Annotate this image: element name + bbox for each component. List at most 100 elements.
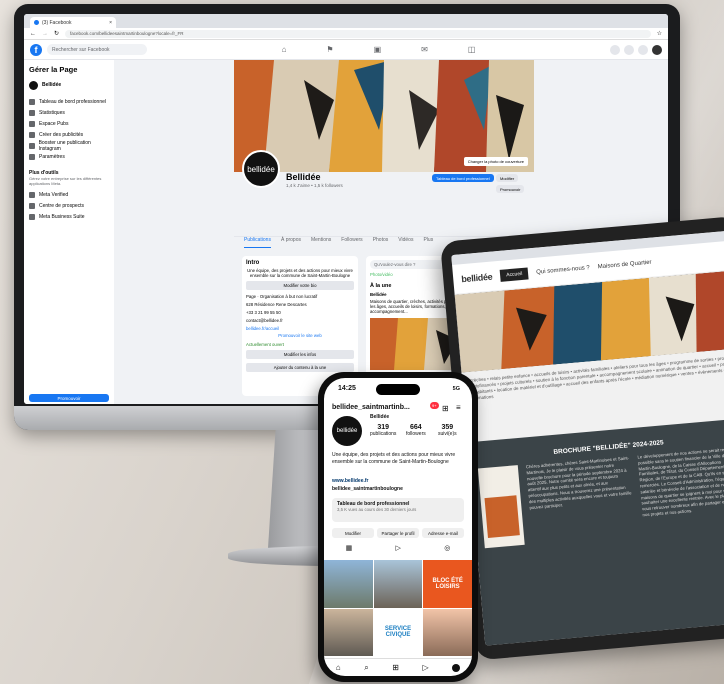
- followers-count: 664: [410, 424, 422, 431]
- add-featured-button[interactable]: Ajouter du contenu à la une: [246, 363, 354, 372]
- reels-icon[interactable]: ▷: [396, 544, 401, 552]
- home-icon[interactable]: ⌂: [336, 663, 341, 672]
- forward-icon[interactable]: →: [42, 31, 48, 37]
- sidebar-tool-meta-verified[interactable]: Meta Verified: [29, 189, 109, 200]
- home-icon[interactable]: ⌂: [282, 45, 287, 54]
- dashboard-icon: [29, 98, 35, 105]
- reload-icon[interactable]: ↻: [54, 30, 59, 37]
- sidebar-item-statistics[interactable]: Statistiques: [29, 107, 109, 118]
- address-bar[interactable]: facebook.com/bellideesaintmartinboulogne…: [65, 29, 651, 38]
- stat-following[interactable]: 359 suivi(e)s: [438, 424, 457, 437]
- site-logo[interactable]: bellidée: [461, 271, 493, 284]
- dashboard-button[interactable]: Tableau de bord professionnel: [432, 174, 494, 182]
- browser-tab[interactable]: (3) Facebook ×: [30, 17, 116, 28]
- notifications-icon[interactable]: [638, 44, 648, 55]
- tagged-icon[interactable]: ◎: [444, 544, 450, 552]
- profile-icon[interactable]: [452, 663, 461, 672]
- account-avatar[interactable]: [652, 44, 662, 55]
- page-management-sidebar: Gérer la Page Bellidée Tableau de bord p…: [24, 60, 114, 404]
- back-icon[interactable]: ←: [30, 31, 36, 37]
- edit-info-button[interactable]: Modifier les infos: [246, 350, 354, 359]
- sidebar-item-settings[interactable]: Paramètres: [29, 151, 109, 162]
- tablet-device: bellidée Accueil Qui sommes-nous ? Maiso…: [440, 215, 724, 661]
- close-tab-icon[interactable]: ×: [109, 20, 112, 26]
- publications-count: 319: [377, 424, 390, 431]
- tab-followers[interactable]: Followers: [341, 237, 362, 248]
- search-icon[interactable]: ⌕: [364, 663, 368, 673]
- messenger-icon[interactable]: [624, 44, 634, 55]
- grid-post[interactable]: BLOC ÉTÉ LOISIRS: [423, 560, 472, 608]
- share-profile-button[interactable]: Partager le profil: [377, 528, 419, 538]
- promote-page-button[interactable]: Promouvoir: [496, 185, 525, 193]
- nav-neighborhood[interactable]: Maisons de Quartier: [597, 259, 651, 270]
- star-icon[interactable]: ☆: [657, 30, 662, 37]
- profile-avatar[interactable]: bellidée: [242, 150, 280, 188]
- nav-about[interactable]: Qui sommes-nous ?: [536, 265, 590, 276]
- megaphone-icon[interactable]: ✉: [421, 45, 428, 54]
- grid-icon[interactable]: ▦: [346, 544, 353, 552]
- tab-videos[interactable]: Vidéos: [398, 237, 413, 248]
- megaphone-icon: [29, 120, 35, 127]
- grid-post[interactable]: [373, 560, 423, 608]
- tab-more[interactable]: Plus: [423, 237, 433, 248]
- notification-badge[interactable]: 9+: [430, 402, 439, 409]
- create-post-icon[interactable]: ⊞: [442, 404, 449, 413]
- detail-email[interactable]: contact@bellidee.fr: [246, 318, 354, 323]
- grid-post[interactable]: [324, 560, 373, 608]
- tab-photos[interactable]: Photos: [373, 237, 389, 248]
- flag-icon[interactable]: ⚑: [326, 45, 333, 54]
- detail-website[interactable]: bellidee.fr/accueil: [246, 326, 354, 331]
- facebook-search-input[interactable]: Rechercher sur Facebook: [47, 44, 147, 55]
- tab-publications[interactable]: Publications: [244, 237, 271, 248]
- stat-publications[interactable]: 319 publications: [370, 424, 396, 437]
- edit-bio-button[interactable]: Modifier votre bio: [246, 281, 354, 290]
- sidebar-item-dashboard[interactable]: Tableau de bord professionnel: [29, 96, 109, 107]
- browser-tab-title: (3) Facebook: [42, 19, 72, 26]
- menu-icon[interactable]: ≡: [456, 403, 461, 412]
- sidebar-tool-business-suite[interactable]: Meta Business Suite: [29, 211, 109, 222]
- instagram-avatar[interactable]: bellidée: [332, 416, 362, 446]
- add-icon[interactable]: ⊞: [392, 663, 399, 672]
- edit-page-button[interactable]: Modifier: [496, 174, 519, 182]
- tab-about[interactable]: À propos: [281, 237, 301, 248]
- grid-post[interactable]: SERVICE CIVIQUE: [373, 608, 423, 656]
- detail-phone[interactable]: +33 3 21 99 55 50: [246, 310, 354, 315]
- edit-profile-button[interactable]: Modifier: [332, 528, 374, 538]
- service-civique-label-2: CIVIQUE: [385, 632, 411, 639]
- sidebar-item-boost-instagram[interactable]: Booster une publication Instagram: [29, 140, 109, 152]
- open-status[interactable]: Actuellement ouvert: [246, 342, 354, 347]
- marketplace-icon[interactable]: ◫: [468, 45, 476, 54]
- change-cover-button[interactable]: Changer la photo de couverture: [463, 157, 528, 166]
- detail-address[interactable]: 628 Résidence Rene Descartes: [246, 302, 354, 307]
- page-follow-stats[interactable]: 1,4 k J'aime • 1,5 k followers: [286, 183, 343, 188]
- tab-mentions[interactable]: Mentions: [311, 237, 331, 248]
- menu-icon[interactable]: [610, 44, 620, 55]
- threads-handle[interactable]: bellidee_saintmartinboulogne: [332, 486, 403, 492]
- instagram-username[interactable]: bellidee_saintmartinb...: [332, 404, 410, 411]
- cover-artwork-faces: [234, 60, 534, 172]
- sidebar-item-create-ads[interactable]: Créer des publicités: [29, 129, 109, 140]
- facebook-logo-icon[interactable]: f: [30, 43, 42, 56]
- stat-followers[interactable]: 664 followers: [406, 424, 426, 437]
- pro-dashboard-card[interactable]: Tableau de bord professionnel 3,5 K vues…: [332, 498, 464, 522]
- more-tools-description: Gérez votre entreprise sur les différent…: [29, 176, 102, 186]
- promote-website-button[interactable]: Promouvoir le site web: [246, 333, 354, 338]
- brochure-cover-image[interactable]: [477, 465, 525, 549]
- sidebar-item-ads[interactable]: Espace Pubs: [29, 118, 109, 129]
- reels-nav-icon[interactable]: ▷: [423, 663, 429, 672]
- dynamic-island: [376, 384, 420, 395]
- nav-home[interactable]: Accueil: [499, 266, 529, 282]
- facebook-account-controls: [610, 44, 662, 55]
- instagram-link[interactable]: www.bellidee.fr: [332, 478, 369, 484]
- sidebar-tool-leads-center[interactable]: Centre de prospects: [29, 200, 109, 211]
- email-button[interactable]: Adresse e-mail: [422, 528, 464, 538]
- grid-post[interactable]: [324, 608, 373, 656]
- instagram-icon: [29, 142, 35, 149]
- promote-button[interactable]: Promouvoir: [29, 394, 109, 402]
- grid-post[interactable]: [423, 608, 472, 656]
- video-icon[interactable]: ▣: [374, 45, 382, 54]
- sidebar-item-label: Paramètres: [39, 153, 65, 160]
- sidebar-item-label: Créer des publicités: [39, 131, 84, 138]
- sidebar-page-switcher[interactable]: Bellidée: [29, 78, 109, 92]
- chart-icon: [29, 109, 35, 116]
